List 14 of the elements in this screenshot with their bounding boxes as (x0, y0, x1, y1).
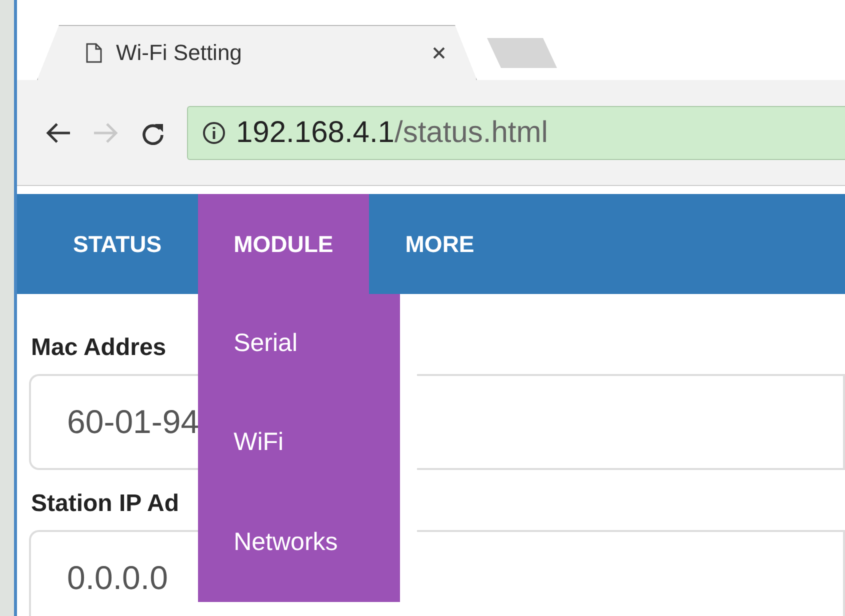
field-label: Mac Addres (31, 334, 166, 362)
page-icon (86, 43, 102, 63)
nav-tab[interactable]: MODULE (198, 194, 370, 294)
browser-tab[interactable]: Wi-Fi Setting (37, 25, 477, 80)
close-icon[interactable] (432, 46, 446, 60)
tab-title: Wi-Fi Setting (116, 40, 243, 66)
menu-item[interactable]: Networks (198, 492, 400, 592)
url-text: 192.168.4.1/status.html (236, 116, 548, 150)
info-icon[interactable] (202, 120, 226, 144)
field-label: Station IP Ad (31, 490, 180, 518)
address-bar[interactable]: 192.168.4.1/status.html (187, 106, 845, 160)
nav-tab[interactable]: MORE (369, 194, 510, 294)
back-icon[interactable] (45, 122, 71, 144)
nav-tab[interactable]: STATUS (37, 194, 198, 294)
